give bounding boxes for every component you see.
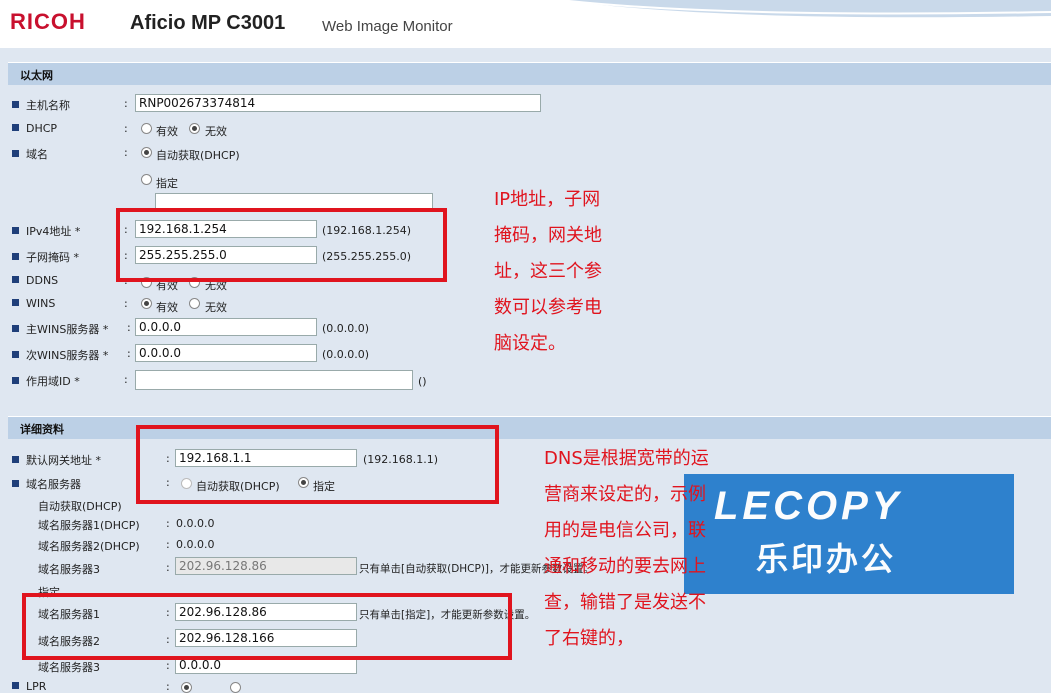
bullet-icon: [12, 227, 19, 234]
dhcp-label: DHCP: [12, 122, 57, 135]
dns2-dhcp-label: 域名服务器2(DHCP): [38, 540, 140, 553]
watermark-cn: 乐印办公: [756, 540, 897, 578]
dhcp-disable-radio[interactable]: [189, 123, 200, 134]
primary-wins-hint: (0.0.0.0): [322, 322, 370, 335]
dns2-dhcp-value: 0.0.0.0: [176, 538, 215, 551]
dhcp-enable-radio[interactable]: [141, 123, 152, 134]
ip-annotation: IP地址，子网 掩码，网关地 址，这三个参 数可以参考电 脑设定。: [494, 189, 602, 354]
product-name: Web Image Monitor: [322, 18, 453, 35]
dhcp-disable-label: 无效: [205, 125, 227, 138]
dhcp-enable-label: 有效: [156, 125, 178, 138]
bullet-icon: [12, 377, 19, 384]
dns1-dhcp-label: 域名服务器1(DHCP): [38, 519, 140, 532]
domain-specify-label: 指定: [156, 177, 178, 190]
ip-highlight-box: [116, 208, 447, 282]
scope-id-input[interactable]: [135, 370, 413, 390]
secondary-wins-hint: (0.0.0.0): [322, 348, 370, 361]
section-title: 详细资料: [20, 423, 64, 436]
ricoh-logo: RICOH: [10, 9, 86, 34]
bullet-icon: [12, 299, 19, 306]
wins-label: WINS: [12, 297, 55, 310]
scope-id-label: 作用域ID *: [12, 373, 80, 389]
host-name-label: 主机名称: [12, 97, 70, 113]
subnet-label: 子网掩码 *: [12, 249, 79, 265]
gateway-highlight-box: [136, 425, 499, 504]
dns-label: 域名服务器: [12, 476, 81, 492]
model-name: Aficio MP C3001: [130, 12, 286, 34]
dns-highlight-box: [22, 593, 512, 660]
gateway-label: 默认网关地址 *: [12, 452, 101, 468]
section-title: 以太网: [20, 69, 53, 82]
auto-dhcp-heading: 自动获取(DHCP): [38, 500, 122, 513]
dns3-dhcp-input[interactable]: 202.96.128.86: [175, 557, 357, 575]
header: RICOH Aficio MP C3001 Web Image Monitor: [0, 0, 1051, 48]
primary-wins-label: 主WINS服务器 *: [12, 321, 108, 337]
wins-disable-radio[interactable]: [189, 298, 200, 309]
scope-id-hint: (): [418, 375, 427, 388]
dns3-label: 域名服务器3: [38, 661, 100, 674]
domain-auto-label: 自动获取(DHCP): [156, 149, 240, 162]
bullet-icon: [12, 253, 19, 260]
dns3-dhcp-label: 域名服务器3: [38, 563, 100, 576]
dns-annotation: DNS是根据宽带的运 营商来设定的，示例 用的是电信公司，联 通和移动的要去网上…: [544, 448, 709, 649]
secondary-wins-label: 次WINS服务器 *: [12, 347, 108, 363]
bullet-icon: [12, 150, 19, 157]
bullet-icon: [12, 101, 19, 108]
bullet-icon: [12, 124, 19, 131]
domain-specify-radio[interactable]: [141, 174, 152, 185]
bullet-icon: [12, 456, 19, 463]
ddns-label: DDNS: [12, 274, 58, 287]
wins-enable-radio[interactable]: [141, 298, 152, 309]
domain-label: 域名: [12, 146, 48, 162]
bullet-icon: [12, 325, 19, 332]
host-name-input[interactable]: RNP002673374814: [135, 94, 541, 112]
ipv4-label: IPv4地址 *: [12, 223, 80, 239]
bullet-icon: [12, 351, 19, 358]
secondary-wins-input[interactable]: 0.0.0.0: [135, 344, 317, 362]
dns1-dhcp-value: 0.0.0.0: [176, 517, 215, 530]
domain-auto-radio[interactable]: [141, 147, 152, 158]
primary-wins-input[interactable]: 0.0.0.0: [135, 318, 317, 336]
wins-disable-label: 无效: [205, 301, 227, 314]
bullet-icon: [12, 276, 19, 283]
lpr-label: LPR: [12, 680, 46, 693]
section-ethernet: 以太网: [8, 62, 1051, 85]
wins-enable-label: 有效: [156, 301, 178, 314]
bullet-icon: [12, 480, 19, 487]
